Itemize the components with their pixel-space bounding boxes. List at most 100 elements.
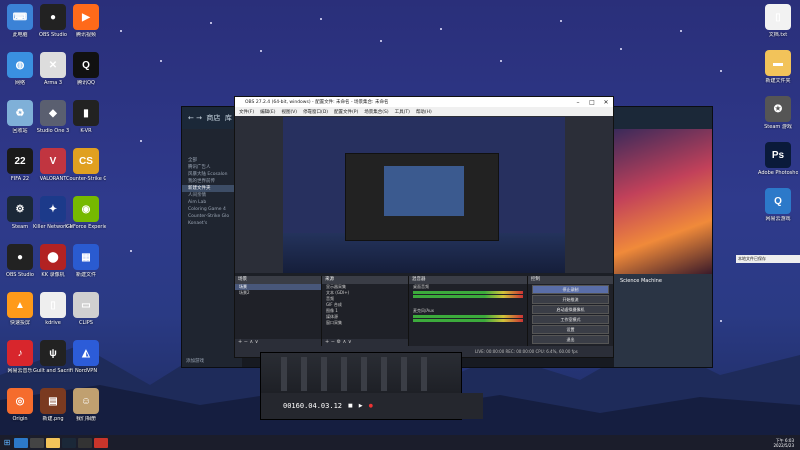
game-info-panel: Science Machine <box>614 274 712 367</box>
record-icon[interactable]: ● <box>369 403 373 409</box>
desktop-icon[interactable]: ◭ NordVPN <box>66 340 106 384</box>
menu-item[interactable]: 编辑(E) <box>260 109 275 115</box>
fader-track[interactable] <box>321 357 327 391</box>
audio-editor-window[interactable]: 00160.04.03.12 ■ ▶ ● <box>260 352 483 420</box>
star <box>320 18 322 20</box>
menu-item[interactable]: 配置文件(P) <box>334 109 358 115</box>
control-button[interactable]: 开始推流 <box>532 295 609 304</box>
sources-dock: 来源 显示器采集 文本 (GDI+) 音频 GIF 合成 图像 1 媒体源 窗口采集 + −… <box>322 276 409 346</box>
steam-sidebar: 全部 腾讯广告人 风暴大陆 Ecosalon 我的世界前传 新建文件夹 人间亲情 Aim L… <box>182 129 242 367</box>
desktop-icon[interactable]: ▭ CLIPS <box>66 292 106 336</box>
desktop-app-icon: Ps <box>765 142 791 168</box>
desktop-icon-label: 新建文件夹 <box>765 78 791 84</box>
fader-track[interactable] <box>401 357 407 391</box>
menu-item[interactable]: 工具(T) <box>395 109 410 115</box>
menu-item[interactable]: 帮助(H) <box>416 109 432 115</box>
fader-track[interactable] <box>421 357 427 391</box>
desktop-icon[interactable]: Q 腾讯QQ <box>66 52 106 96</box>
desktop-icon[interactable]: ▮ K-VR <box>66 100 106 144</box>
menu-item[interactable]: 视图(V) <box>281 109 297 115</box>
desktop-icon[interactable]: Ps Adobe Photoshop 2021 <box>758 142 798 186</box>
scenes-title: 场景 <box>235 276 321 284</box>
control-button[interactable]: 设置 <box>532 325 609 334</box>
desktop-icon[interactable]: ▯ 文档.txt <box>758 4 798 48</box>
steam-library-item[interactable]: 新建文件夹 <box>182 185 242 192</box>
desktop-icon[interactable]: CS Counter-Strike Global Offensive <box>66 148 106 192</box>
menu-item[interactable]: 场景集合(S) <box>364 109 388 115</box>
desktop-app-icon: ▲ <box>7 292 33 318</box>
fader-track[interactable] <box>281 357 287 391</box>
close-icon[interactable]: ✕ <box>599 99 613 106</box>
desktop-app-icon: ✪ <box>765 96 791 122</box>
steam-library-item[interactable]: 人间亲情 <box>182 192 242 199</box>
control-button[interactable]: 启动虚拟摄像机 <box>532 305 609 314</box>
obs-title: OBS 27.2.4 (64-bit, windows) - 配置文件: 未命名… <box>245 100 389 105</box>
fader-track[interactable] <box>301 357 307 391</box>
steam-taskbar-icon[interactable] <box>62 437 76 448</box>
add-game-link[interactable]: 添加游戏 <box>186 358 204 364</box>
desktop-app-icon: ✕ <box>40 52 66 78</box>
control-button[interactable]: 工作室模式 <box>532 315 609 324</box>
steam-library-item[interactable]: Aim Lab <box>182 199 242 206</box>
control-button[interactable]: 停止录制 <box>532 285 609 294</box>
control-button[interactable]: 退出 <box>532 335 609 344</box>
play-icon[interactable]: ▶ <box>359 403 363 409</box>
desktop-icon[interactable]: ✪ Steam 游戏 <box>758 96 798 140</box>
desktop-icon-label: 网易云游戏 <box>765 216 791 222</box>
star <box>130 250 132 252</box>
steam-library-item[interactable]: Coloring Game 4 <box>182 206 242 213</box>
desktop-icon-label: NordVPN <box>74 368 98 374</box>
scene-item[interactable]: 场景2 <box>235 290 321 296</box>
game-title: Science Machine <box>620 278 662 284</box>
star <box>500 60 502 62</box>
menu-item[interactable]: 停靠窗口(D) <box>303 109 328 115</box>
desktop-app-icon: ▮ <box>73 100 99 126</box>
app-taskbar-icon[interactable] <box>94 437 108 448</box>
fader-track[interactable] <box>381 357 387 391</box>
steam-nav-store[interactable]: 商店 <box>206 113 220 123</box>
desktop-icon[interactable]: Q 网易云游戏 <box>758 188 798 232</box>
star <box>160 60 162 62</box>
desktop-icon[interactable]: ▶ 腾讯视频 <box>66 4 106 48</box>
steam-library-item[interactable]: 腾讯广告人 <box>182 164 242 171</box>
steam-library-item[interactable]: 全部 <box>182 157 242 164</box>
taskbar-clock[interactable]: 下午 6:03 2022/5/23 <box>773 438 794 448</box>
stop-icon[interactable]: ■ <box>348 403 353 409</box>
desktop-icon-label: Counter-Strike Global Offensive <box>66 176 106 182</box>
desktop-icon-label: K-VR <box>80 128 92 134</box>
back-arrow-icon[interactable]: ← → <box>188 114 206 122</box>
audio-meter <box>413 291 523 294</box>
desktop-app-icon: ⌨ <box>7 4 33 30</box>
fader-track[interactable] <box>361 357 367 391</box>
desktop-icon[interactable]: ▬ 新建文件夹 <box>758 50 798 94</box>
maximize-icon[interactable]: □ <box>585 99 599 106</box>
desktop-icon[interactable]: ☺ 我们相册 <box>66 388 106 432</box>
scenes-toolbar[interactable]: + − ∧ ∨ <box>235 339 321 346</box>
steam-nav-library[interactable]: 库 <box>225 113 232 123</box>
desktop-icon[interactable]: ▦ 新建文件 <box>66 244 106 288</box>
steam-library-item[interactable]: 我的世界前传 <box>182 178 242 185</box>
desktop-app-icon: ◎ <box>7 388 33 414</box>
steam-library-item[interactable]: 风暴大陆 Ecosalon <box>182 171 242 178</box>
desktop-app-icon: ▬ <box>765 50 791 76</box>
mixer-channel-label: 桌面音频 <box>413 284 429 289</box>
steam-library-item[interactable]: Konaet's <box>182 220 242 227</box>
source-item[interactable]: 窗口采集 <box>322 320 408 326</box>
taskview-icon[interactable] <box>30 437 44 448</box>
minimize-icon[interactable]: – <box>571 99 585 106</box>
file-explorer-icon[interactable] <box>46 437 60 448</box>
fader-track[interactable] <box>341 357 347 391</box>
sources-toolbar[interactable]: + − ⚙ ∧ ∨ <box>322 339 408 346</box>
clock-date: 2022/5/23 <box>773 442 794 448</box>
obs-taskbar-icon[interactable] <box>78 437 92 448</box>
menu-item[interactable]: 文件(F) <box>239 109 254 115</box>
search-icon[interactable] <box>14 437 28 448</box>
obs-menubar: 文件(F) 编辑(E) 视图(V) 停靠窗口(D) 配置文件(P) 场景集合(S) 工具(T… <box>235 107 613 116</box>
obs-window[interactable]: OBS 27.2.4 (64-bit, windows) - 配置文件: 未命名… <box>234 96 614 358</box>
desktop-icon[interactable]: ◉ GeForce Experience <box>66 196 106 240</box>
star <box>140 140 142 142</box>
start-icon[interactable]: ⊞ <box>0 438 14 447</box>
game-key-art <box>614 129 712 274</box>
preview-nested-window <box>345 153 499 241</box>
steam-library-item[interactable]: Counter-Strike Glo <box>182 213 242 220</box>
